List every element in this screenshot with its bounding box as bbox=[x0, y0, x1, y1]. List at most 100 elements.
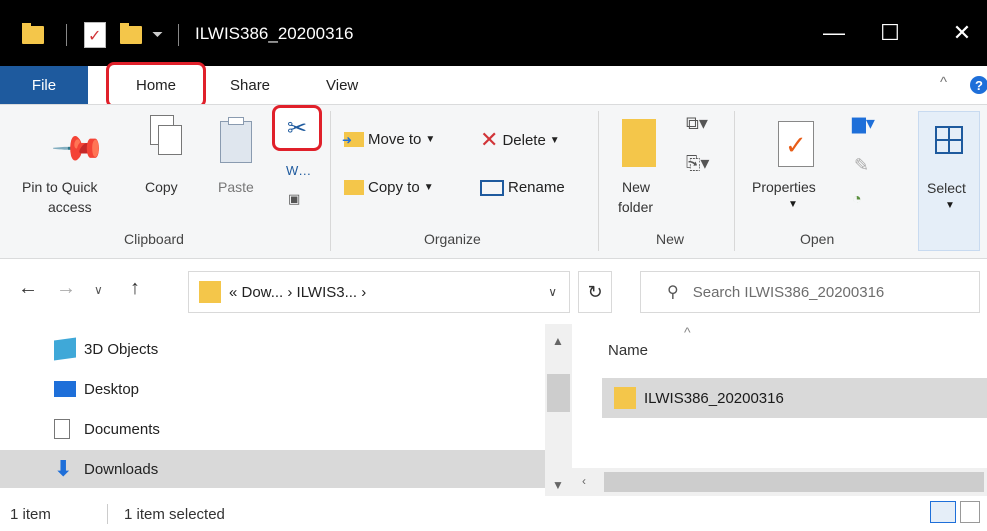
folder-icon bbox=[199, 281, 221, 303]
minimize-button[interactable]: — bbox=[804, 0, 864, 66]
ribbon: 📌 Pin to Quick access Copy Paste ✂ W… ▣ … bbox=[0, 104, 987, 259]
tab-view[interactable]: View bbox=[326, 66, 358, 104]
nav-item-label: Downloads bbox=[84, 460, 159, 478]
group-label-clipboard: Clipboard bbox=[124, 231, 184, 247]
details-view-icon[interactable] bbox=[930, 501, 956, 523]
copy-path-icon[interactable]: W… bbox=[286, 163, 311, 178]
scrollbar-thumb[interactable] bbox=[604, 472, 984, 492]
filepane-hscrollbar[interactable]: ‹ bbox=[572, 468, 987, 496]
group-separator bbox=[330, 111, 331, 251]
cube-icon bbox=[54, 337, 76, 361]
rename-button[interactable]: Rename bbox=[480, 179, 565, 196]
new-folder-label: folder bbox=[618, 199, 654, 215]
search-input[interactable]: Search ILWIS386_20200316 bbox=[693, 284, 885, 301]
select-button[interactable]: Select ▼ bbox=[918, 111, 980, 251]
copy-to-label: Copy to bbox=[368, 179, 420, 196]
tab-file[interactable]: File bbox=[0, 66, 88, 104]
breadcrumb[interactable]: « Dow... › ILWIS3... › bbox=[229, 284, 366, 301]
group-label-open: Open bbox=[800, 231, 835, 247]
folder-icon bbox=[22, 23, 44, 44]
new-folder-button[interactable]: New bbox=[622, 179, 650, 195]
chevron-down-icon: ▼ bbox=[425, 134, 436, 145]
properties-quick-access-icon[interactable] bbox=[84, 22, 106, 48]
file-name: ILWIS386_20200316 bbox=[644, 389, 784, 407]
navpane-scrollbar[interactable]: ▲ ▼ bbox=[545, 324, 572, 496]
chevron-down-icon: ▼ bbox=[945, 200, 955, 211]
scissors-icon: ✂ bbox=[286, 114, 308, 142]
properties-button[interactable]: Properties bbox=[752, 179, 816, 195]
group-label-new: New bbox=[656, 231, 685, 247]
tab-home[interactable]: Home bbox=[106, 62, 206, 108]
delete-label: Delete bbox=[502, 131, 546, 149]
delete-button[interactable]: ✕ Delete ▼ bbox=[480, 127, 560, 153]
search-icon: ⚲ bbox=[667, 284, 679, 301]
rename-label: Rename bbox=[508, 179, 565, 196]
move-to-icon bbox=[342, 132, 364, 147]
nav-item-documents[interactable]: Documents bbox=[0, 410, 545, 448]
recent-locations-button[interactable]: ∨ bbox=[94, 283, 103, 297]
downloads-icon: ⬇ bbox=[54, 456, 73, 481]
easy-access-icon[interactable]: ⎘▾ bbox=[686, 153, 709, 174]
nav-item-3d-objects[interactable]: 3D Objects bbox=[0, 330, 545, 368]
paste-icon bbox=[218, 115, 258, 165]
refresh-button[interactable]: ↻ bbox=[578, 271, 612, 313]
chevron-down-icon: ▼ bbox=[549, 134, 560, 146]
title-separator bbox=[66, 24, 67, 46]
pin-to-quick-access-button[interactable]: Pin to Quick bbox=[22, 179, 97, 195]
cut-button[interactable]: ✂ bbox=[272, 105, 322, 151]
new-folder-icon bbox=[622, 119, 656, 167]
large-icons-view-icon[interactable] bbox=[960, 501, 980, 523]
address-bar[interactable]: « Dow... › ILWIS3... › ∨ bbox=[188, 271, 570, 313]
delete-icon: ✕ bbox=[480, 127, 499, 152]
scroll-left-icon[interactable]: ‹ bbox=[582, 474, 586, 488]
pin-to-quick-access-label: access bbox=[48, 199, 92, 215]
paste-button[interactable]: Paste bbox=[218, 179, 254, 195]
group-label-organize: Organize bbox=[424, 231, 481, 247]
help-icon[interactable]: ? bbox=[970, 76, 987, 94]
desktop-icon bbox=[54, 381, 76, 397]
nav-item-desktop[interactable]: Desktop bbox=[0, 370, 545, 408]
title-separator bbox=[178, 24, 179, 46]
quick-access-dropdown-icon[interactable]: ⏷ bbox=[152, 26, 163, 43]
chevron-down-icon[interactable]: ▼ bbox=[788, 199, 798, 210]
maximize-button[interactable]: ☐ bbox=[860, 0, 920, 66]
properties-icon bbox=[778, 121, 814, 167]
scrollbar-thumb[interactable] bbox=[547, 374, 570, 412]
copy-to-button[interactable]: Copy to ▼ bbox=[344, 179, 434, 196]
scroll-down-icon[interactable]: ▼ bbox=[552, 478, 564, 492]
folder-icon bbox=[614, 387, 636, 409]
new-item-icon[interactable]: ⧉▾ bbox=[686, 113, 708, 134]
nav-item-label: Documents bbox=[84, 420, 160, 438]
sort-ascending-icon: ^ bbox=[684, 324, 691, 340]
open-icon[interactable]: ▆▾ bbox=[852, 113, 875, 134]
status-separator bbox=[107, 504, 108, 524]
paste-shortcut-icon[interactable]: ▣ bbox=[288, 191, 300, 207]
history-icon[interactable]: ◔ bbox=[852, 191, 862, 209]
search-box[interactable]: ⚲ Search ILWIS386_20200316 bbox=[640, 271, 980, 313]
column-header-name[interactable]: Name bbox=[608, 342, 648, 359]
file-pane: ^ Name ILWIS386_20200316 ‹ bbox=[572, 324, 987, 496]
item-count: 1 item bbox=[10, 506, 51, 523]
chevron-down-icon: ▼ bbox=[423, 182, 434, 193]
edit-icon[interactable]: ✎ bbox=[854, 155, 869, 176]
group-separator bbox=[598, 111, 599, 251]
nav-item-downloads[interactable]: ⬇ Downloads bbox=[0, 450, 545, 488]
up-button[interactable]: ↑ bbox=[130, 277, 140, 300]
file-row[interactable]: ILWIS386_20200316 bbox=[602, 378, 987, 418]
back-button[interactable]: ← bbox=[18, 277, 38, 300]
scroll-up-icon[interactable]: ▲ bbox=[552, 334, 564, 348]
select-label: Select bbox=[927, 180, 966, 196]
chevron-down-icon[interactable]: ∨ bbox=[548, 285, 557, 299]
move-to-button[interactable]: Move to ▼ bbox=[342, 131, 436, 148]
tab-share[interactable]: Share bbox=[230, 66, 270, 104]
copy-button[interactable]: Copy bbox=[145, 179, 178, 195]
title-bar: ⏷ ILWIS386_20200316 — ☐ ✕ bbox=[0, 0, 987, 66]
group-separator bbox=[734, 111, 735, 251]
select-all-icon bbox=[935, 126, 963, 154]
new-folder-quick-access-icon[interactable] bbox=[120, 23, 142, 44]
documents-icon bbox=[54, 419, 70, 439]
navigation-pane: 3D Objects Desktop Documents ⬇ Downloads… bbox=[0, 324, 572, 496]
close-button[interactable]: ✕ bbox=[932, 0, 987, 66]
collapse-ribbon-icon[interactable]: ^ bbox=[940, 74, 947, 91]
forward-button[interactable]: → bbox=[56, 277, 76, 300]
